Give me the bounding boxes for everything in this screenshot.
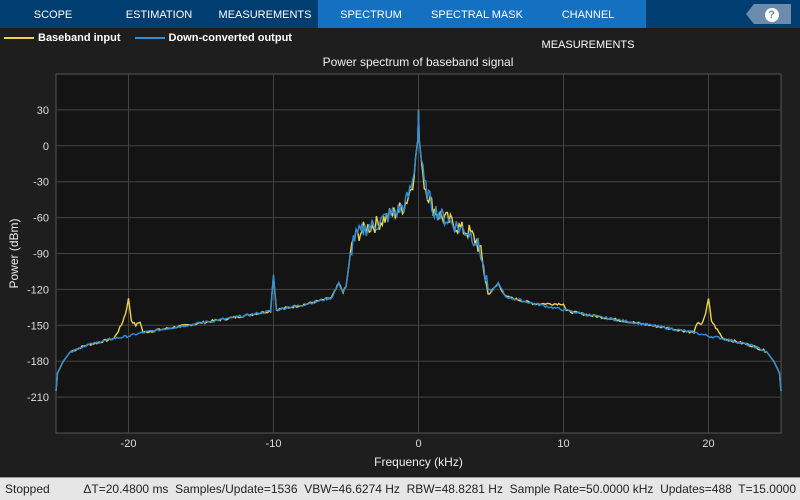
- x-tick-label: -10: [266, 438, 282, 450]
- delta-t: ΔT=20.4800 ms: [83, 482, 169, 496]
- y-tick-label: -210: [27, 392, 49, 404]
- x-tick-label: 0: [415, 438, 421, 450]
- updates: Updates=488: [660, 482, 732, 496]
- samples-per-update: Samples/Update=1536: [175, 482, 298, 496]
- y-axis-label: Power (dBm): [7, 218, 21, 288]
- y-tick-label: -30: [33, 177, 49, 189]
- rbw: RBW=48.8281 Hz: [406, 482, 503, 496]
- x-tick-label: 10: [557, 438, 569, 450]
- sample-rate: Sample Rate=50.0000 kHz: [509, 482, 654, 496]
- y-tick-label: -150: [27, 320, 49, 332]
- status-measurements: ΔT=20.4800 ms Samples/Update=1536 VBW=46…: [83, 478, 796, 500]
- vbw: VBW=46.6274 Hz: [304, 482, 400, 496]
- y-tick-label: -180: [27, 356, 49, 368]
- y-tick-label: 30: [37, 105, 49, 117]
- y-tick-label: -60: [33, 213, 49, 225]
- spectrum-plot[interactable]: -20 -10 0 10 20 30 0 -30 -60 -90 -120 -150 -180 -210 F…: [0, 0, 800, 477]
- status-bar: Stopped ΔT=20.4800 ms Samples/Update=153…: [0, 477, 800, 500]
- status-state: Stopped: [5, 482, 50, 496]
- y-tick-label: 0: [43, 141, 49, 153]
- y-tick-label: -90: [33, 249, 49, 261]
- time: T=15.0000: [738, 482, 796, 496]
- x-tick-label: 20: [702, 438, 714, 450]
- x-axis-label: Frequency (kHz): [374, 455, 463, 469]
- y-tick-label: -120: [27, 284, 49, 296]
- x-tick-label: -20: [121, 438, 137, 450]
